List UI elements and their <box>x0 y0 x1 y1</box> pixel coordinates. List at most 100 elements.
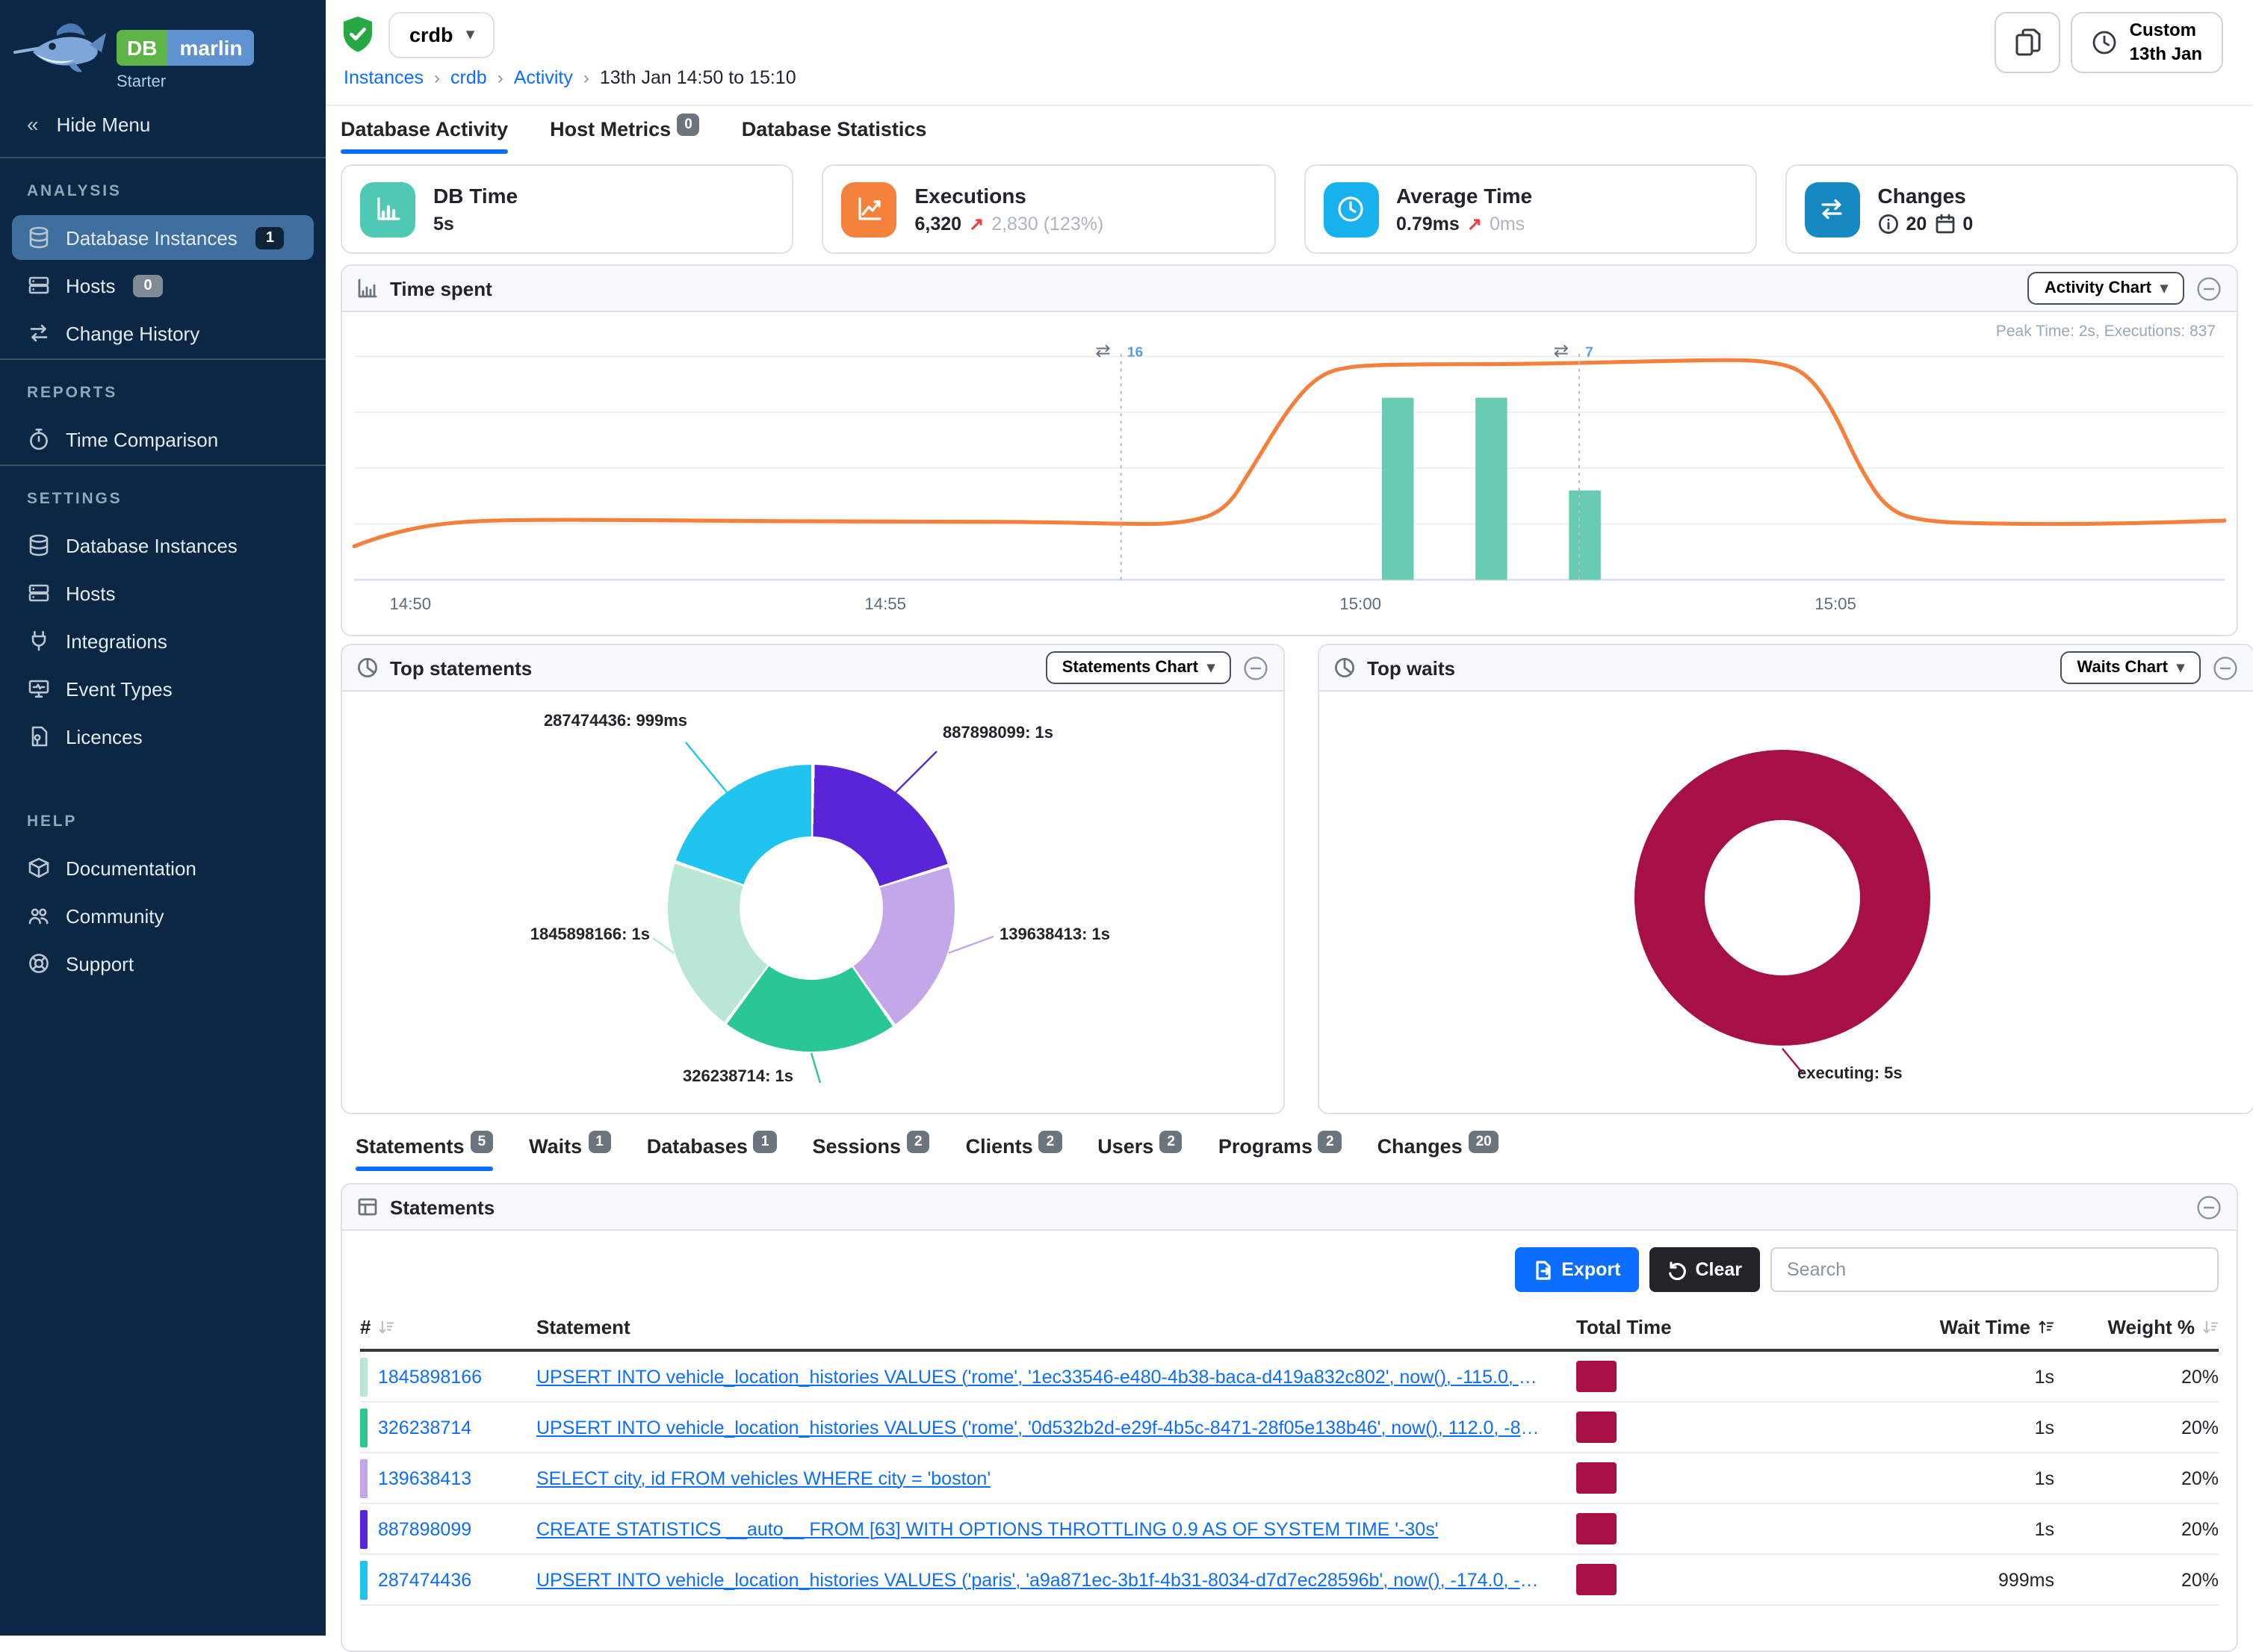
statement-id-link[interactable]: 287474436 <box>378 1569 471 1590</box>
average-time-value: 0.79ms <box>1396 214 1460 235</box>
statements-donut-chart[interactable] <box>668 765 955 1052</box>
weight-value: 20% <box>2054 1569 2219 1590</box>
sidebar-item-support[interactable]: Support <box>12 941 314 986</box>
statement-id-link[interactable]: 139638413 <box>378 1468 471 1488</box>
statement-link[interactable]: UPSERT INTO vehicle_location_histories V… <box>536 1366 1576 1387</box>
hide-menu-button[interactable]: « Hide Menu <box>0 91 326 154</box>
db-time-value: 5s <box>433 214 454 235</box>
db-time-line[interactable] <box>354 360 2225 546</box>
breadcrumb-separator: › <box>498 67 503 88</box>
column-header-weight[interactable]: Weight % <box>2054 1316 2219 1338</box>
main-content: crdb ▾ Instances › crdb › Activity › 13t… <box>326 0 2253 1636</box>
statement-link[interactable]: UPSERT INTO vehicle_location_histories V… <box>536 1569 1576 1590</box>
breadcrumb-instances[interactable]: Instances <box>344 67 424 88</box>
tab-sessions[interactable]: Sessions2 <box>812 1135 929 1171</box>
sidebar-section-title: REPORTS <box>0 363 326 414</box>
tab-database-statistics[interactable]: Database Statistics <box>742 118 927 154</box>
clear-button[interactable]: Clear <box>1649 1247 1760 1292</box>
tab-statements[interactable]: Statements5 <box>356 1135 493 1171</box>
export-button[interactable]: Export <box>1515 1247 1638 1292</box>
executions-bar[interactable] <box>1569 491 1601 580</box>
bar-chart-icon <box>357 278 378 299</box>
change-annotation-icon[interactable]: ⇄ <box>1554 341 1569 361</box>
donut-hole <box>740 836 883 980</box>
column-header-statement[interactable]: Statement <box>536 1316 1576 1338</box>
executions-bar[interactable] <box>1475 398 1507 580</box>
sidebar-item-label: Integrations <box>66 630 167 652</box>
tab-database-activity[interactable]: Database Activity <box>341 118 508 154</box>
tab-changes[interactable]: Changes20 <box>1377 1135 1499 1171</box>
sidebar-item-hosts[interactable]: Hosts <box>12 571 314 615</box>
table-header-row: # Statement Total Time Wait Time <box>360 1307 2219 1352</box>
statements-chart-select[interactable]: Statements Chart ▾ <box>1046 651 1231 684</box>
statement-link[interactable]: UPSERT INTO vehicle_location_histories V… <box>536 1417 1576 1438</box>
statement-id-link[interactable]: 1845898166 <box>378 1366 482 1387</box>
count-badge: 2 <box>1318 1131 1342 1153</box>
sidebar-item-documentation[interactable]: Documentation <box>12 845 314 890</box>
sidebar-item-event-types[interactable]: Event Types <box>12 666 314 711</box>
breadcrumb-activity[interactable]: Activity <box>514 67 573 88</box>
collapse-panel-button[interactable] <box>2213 655 2238 680</box>
waits-donut-chart[interactable] <box>1634 750 1930 1046</box>
tab-waits[interactable]: Waits1 <box>529 1135 611 1171</box>
tab-clients[interactable]: Clients2 <box>966 1135 1062 1171</box>
tab-label: Database Activity <box>341 118 508 140</box>
statement-link[interactable]: CREATE STATISTICS __auto__ FROM [63] WIT… <box>536 1518 1576 1539</box>
column-header-wait-time[interactable]: Wait Time <box>1800 1316 2054 1338</box>
hide-menu-label: Hide Menu <box>57 113 151 135</box>
sidebar-item-community[interactable]: Community <box>12 893 314 938</box>
sidebar-item-integrations[interactable]: Integrations <box>12 618 314 663</box>
tab-users[interactable]: Users2 <box>1097 1135 1183 1171</box>
clock-icon <box>2092 30 2118 55</box>
sidebar-item-licences[interactable]: Licences <box>12 714 314 759</box>
card-db-time[interactable]: DB Time 5s <box>341 164 794 254</box>
calendar-icon <box>1934 214 1955 235</box>
tab-programs[interactable]: Programs2 <box>1218 1135 1342 1171</box>
breadcrumb-crdb[interactable]: crdb <box>450 67 487 88</box>
database-icon <box>27 533 51 557</box>
minus-circle-icon <box>1243 655 1268 680</box>
statement-id-link[interactable]: 887898099 <box>378 1518 471 1539</box>
waits-chart-select[interactable]: Waits Chart ▾ <box>2061 651 2201 684</box>
total-time-bar <box>1576 1462 1617 1494</box>
sidebar-item-database-instances[interactable]: Database Instances1 <box>12 215 314 260</box>
sidebar-item-time-comparison[interactable]: Time Comparison <box>12 417 314 462</box>
change-annotation-icon[interactable]: ⇄ <box>1095 341 1110 361</box>
sidebar-item-label: Database Instances <box>66 226 238 249</box>
time-comparison-icon <box>27 427 51 451</box>
sidebar-item-change-history[interactable]: Change History <box>12 311 314 355</box>
collapse-panel-button[interactable] <box>2196 276 2222 301</box>
column-header-total-time[interactable]: Total Time <box>1576 1316 1800 1338</box>
card-executions[interactable]: Executions 6,320 ↗ 2,830 (123%) <box>822 164 1276 254</box>
tab-label: Sessions <box>812 1135 901 1158</box>
change-annotation-count: 7 <box>1585 345 1593 361</box>
statement-link[interactable]: SELECT city, id FROM vehicles WHERE city… <box>536 1468 1576 1488</box>
count-badge: 2 <box>1039 1131 1062 1153</box>
column-header-id[interactable]: # <box>360 1316 536 1338</box>
bar-chart-tile-icon <box>360 181 415 237</box>
time-range-button[interactable]: Custom 13th Jan <box>2071 12 2223 73</box>
tab-databases[interactable]: Databases1 <box>647 1135 777 1171</box>
statement-id-link[interactable]: 326238714 <box>378 1417 471 1438</box>
weight-value: 20% <box>2054 1417 2219 1438</box>
search-input[interactable] <box>1770 1247 2219 1292</box>
executions-bar[interactable] <box>1382 398 1414 580</box>
sidebar-divider <box>0 465 326 466</box>
card-title: Changes <box>1878 184 1974 208</box>
time-spent-chart[interactable]: ⇄16⇄714:5014:5515:0015:05 <box>342 312 2237 635</box>
sidebar-item-database-instances[interactable]: Database Instances <box>12 523 314 568</box>
card-changes[interactable]: Changes 20 0 <box>1785 164 2239 254</box>
activity-chart-select[interactable]: Activity Chart ▾ <box>2028 272 2184 305</box>
card-average-time[interactable]: Average Time 0.79ms ↗ 0ms <box>1304 164 1757 254</box>
copy-link-button[interactable] <box>1995 12 2061 73</box>
sidebar-item-hosts[interactable]: Hosts0 <box>12 263 314 308</box>
collapse-panel-button[interactable] <box>2196 1194 2222 1220</box>
sidebar-item-label: Event Types <box>66 677 173 700</box>
instance-selector[interactable]: crdb ▾ <box>388 12 495 58</box>
collapse-panel-button[interactable] <box>1243 655 1268 680</box>
hosts-icon <box>27 581 51 605</box>
support-icon <box>27 951 51 975</box>
tab-host-metrics[interactable]: Host Metrics0 <box>550 118 700 154</box>
sidebar-section-title: SETTINGS <box>0 469 326 520</box>
weight-value: 20% <box>2054 1468 2219 1488</box>
